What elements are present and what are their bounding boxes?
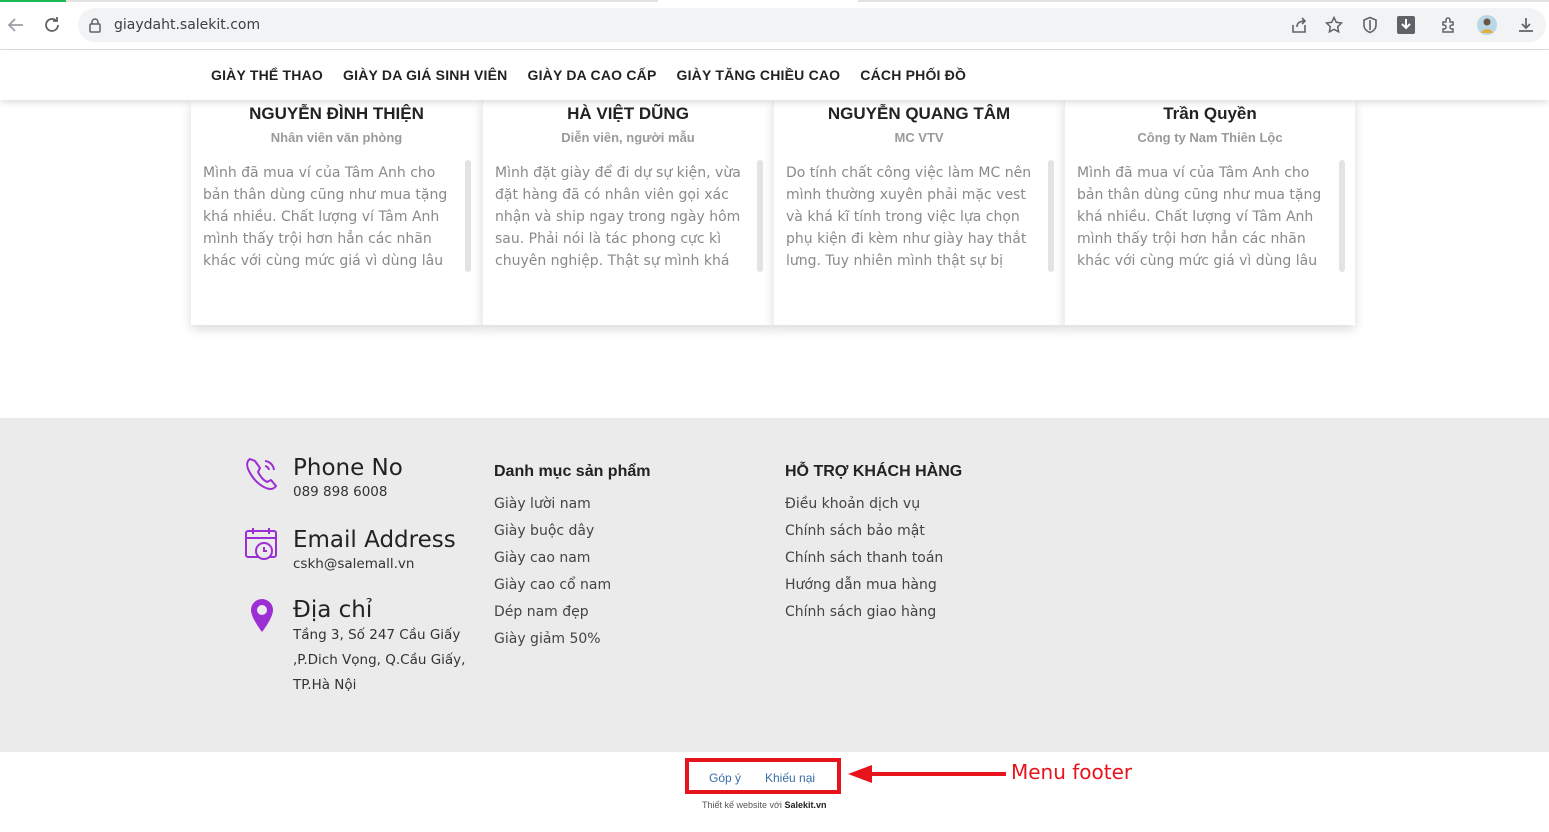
address-line: Tầng 3, Số 247 Cầu Giấy: [293, 627, 461, 643]
nav-item-giay-tang-chieu-cao[interactable]: GIÀY TĂNG CHIỀU CAO: [677, 67, 841, 83]
calendar-clock-icon: [244, 527, 280, 568]
reload-icon[interactable]: [40, 13, 64, 37]
tab-indicator: [66, 0, 658, 2]
credit-brand[interactable]: Salekit.vn: [784, 800, 826, 810]
testimonial-quote: Mình đã mua ví của Tâm Anh cho bản thân …: [1077, 165, 1322, 269]
email-title: Email Address: [293, 527, 456, 553]
footer-link-dieu-khoan[interactable]: Điều khoản dịch vụ: [785, 491, 943, 518]
download-box-icon[interactable]: [1394, 13, 1418, 37]
site-footer: Phone No 089 898 6008 Email Address cskh…: [0, 418, 1549, 752]
email-value[interactable]: cskh@salemall.vn: [293, 552, 414, 577]
nav-item-giay-the-thao[interactable]: GIÀY THỂ THAO: [211, 67, 323, 83]
menu-footer-highlight: Góp ý Khiếu nại: [685, 758, 841, 794]
footer-link-giay-cao-nam[interactable]: Giày cao nam: [494, 545, 611, 572]
address-line: TP.Hà Nội: [293, 677, 357, 693]
address-title: Địa chỉ: [293, 597, 373, 623]
footer-link-thanh-toan[interactable]: Chính sách thanh toán: [785, 545, 943, 572]
support-list: Điều khoản dịch vụ Chính sách bảo mật Ch…: [785, 491, 943, 626]
scrollbar[interactable]: [757, 160, 763, 272]
testimonial-name: Trần Quyền: [1163, 104, 1257, 123]
site-navigation: GIÀY THỂ THAO GIÀY DA GIÁ SINH VIÊN GIÀY…: [0, 50, 1549, 100]
testimonial-card: NGUYỄN ĐÌNH THIỆN Nhân viên văn phòng Mì…: [191, 100, 482, 325]
testimonial-quote: Mình đặt giày để đi dự sự kiện, vừa đặt …: [495, 165, 741, 269]
testimonial-role: Công ty Nam Thiên Lộc: [1137, 130, 1283, 145]
phone-title: Phone No: [293, 455, 403, 481]
testimonial-quote: Do tính chất công việc làm MC nên mình t…: [786, 165, 1032, 269]
annotation-label: Menu footer: [1011, 760, 1133, 784]
products-heading: Danh mục sản phẩm: [494, 463, 651, 480]
testimonial-role: Nhân viên văn phòng: [270, 130, 403, 145]
testimonial-name: NGUYỄN ĐÌNH THIỆN: [249, 104, 424, 123]
testimonial-name: HÀ VIỆT DŨNG: [567, 104, 689, 123]
testimonial-quote: Mình đã mua ví của Tâm Anh cho bản thân …: [203, 165, 448, 269]
testimonial-role: MC VTV: [894, 130, 944, 145]
testimonial-card: HÀ VIỆT DŨNG Diễn viên, người mẫu Mình đ…: [482, 100, 773, 325]
scrollbar[interactable]: [465, 160, 471, 272]
star-icon[interactable]: [1322, 13, 1346, 37]
lock-icon: [88, 17, 102, 38]
footer-menu-khieu-nai[interactable]: Khiếu nại: [765, 771, 815, 785]
testimonial-card: Trần Quyền Công ty Nam Thiên Lộc Mình đã…: [1064, 100, 1355, 325]
profile-avatar[interactable]: [1475, 13, 1499, 37]
tab-indicator: [0, 0, 66, 2]
nav-item-giay-da-gia-sinh-vien[interactable]: GIÀY DA GIÁ SINH VIÊN: [343, 67, 507, 83]
phone-icon: [244, 455, 280, 498]
shield-icon[interactable]: [1358, 13, 1382, 37]
share-icon[interactable]: [1287, 13, 1311, 37]
testimonials: NGUYỄN ĐÌNH THIỆN Nhân viên văn phòng Mì…: [191, 100, 1355, 325]
footer-link-giay-giam-50[interactable]: Giày giảm 50%: [494, 626, 611, 653]
support-heading: HỖ TRỢ KHÁCH HÀNG: [785, 463, 963, 480]
footer-link-giao-hang[interactable]: Chính sách giao hàng: [785, 599, 943, 626]
nav-item-giay-da-cao-cap[interactable]: GIÀY DA CAO CẤP: [527, 67, 656, 83]
url-text: giaydaht.salekit.com: [114, 17, 261, 33]
phone-value[interactable]: 089 898 6008: [293, 480, 387, 505]
credit-prefix: Thiết kế website với: [702, 800, 785, 810]
footer-link-dep-nam-dep[interactable]: Dép nam đẹp: [494, 599, 611, 626]
download-icon[interactable]: [1514, 13, 1538, 37]
footer-link-giay-buoc-day[interactable]: Giày buộc dây: [494, 518, 611, 545]
credit-text: Thiết kế website với Salekit.vn: [702, 800, 826, 810]
scrollbar[interactable]: [1339, 160, 1345, 272]
annotation-arrow: [846, 763, 1008, 790]
location-pin-icon: [248, 597, 276, 640]
nav-item-cach-phoi-do[interactable]: CÁCH PHỐI ĐỒ: [860, 67, 966, 83]
back-arrow-icon[interactable]: [4, 13, 28, 37]
testimonial-name: NGUYỄN QUANG TÂM: [827, 104, 1011, 123]
footer-link-giay-luoi-nam[interactable]: Giày lười nam: [494, 491, 611, 518]
extension-icon[interactable]: [1437, 13, 1461, 37]
browser-toolbar: giaydaht.salekit.com: [0, 0, 1549, 50]
footer-link-giay-cao-co-nam[interactable]: Giày cao cổ nam: [494, 572, 611, 599]
footer-link-bao-mat[interactable]: Chính sách bảo mật: [785, 518, 943, 545]
address-line: ,P.Dich Vọng, Q.Cầu Giấy,: [293, 652, 466, 668]
scrollbar[interactable]: [1048, 160, 1054, 272]
tab-indicator: [858, 0, 1549, 2]
footer-menu-gop-y[interactable]: Góp ý: [709, 771, 741, 785]
testimonial-role: Diễn viên, người mẫu: [561, 130, 695, 145]
products-list: Giày lười nam Giày buộc dây Giày cao nam…: [494, 491, 611, 653]
testimonial-card: NGUYỄN QUANG TÂM MC VTV Do tính chất côn…: [773, 100, 1064, 325]
footer-link-huong-dan[interactable]: Hướng dẫn mua hàng: [785, 572, 943, 599]
